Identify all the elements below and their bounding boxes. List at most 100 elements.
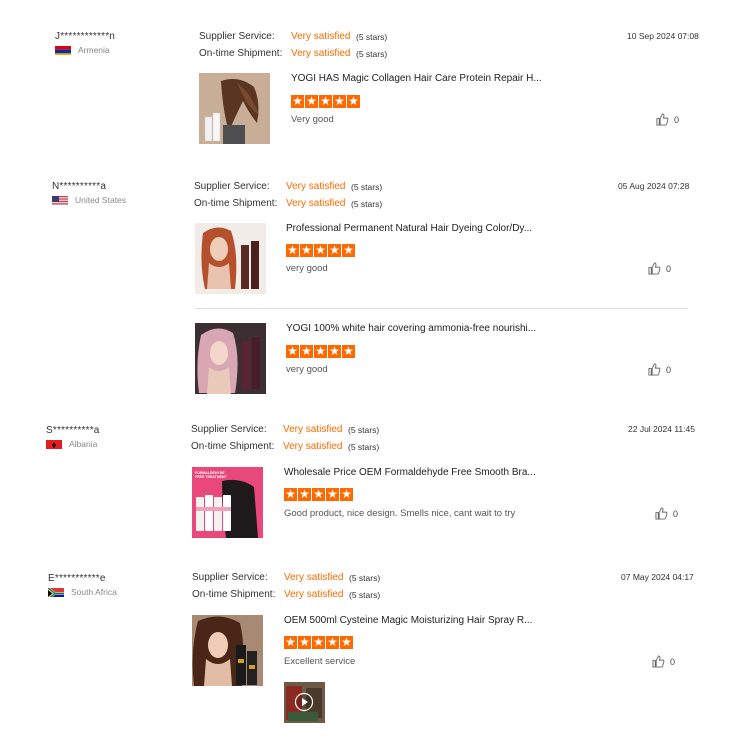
united-states-flag-icon: [52, 194, 68, 205]
ontime-shipment-label: On-time Shipment:: [192, 589, 276, 600]
like-button[interactable]: 0: [656, 113, 679, 126]
country-name: United States: [75, 194, 127, 205]
supplier-service-stars: (5 stars): [348, 424, 380, 435]
thumbs-up-icon: [656, 113, 669, 126]
review-ratings: Supplier Service: Very satisfied (5 star…: [194, 178, 382, 212]
reviewer-info: N**********a United States: [52, 181, 126, 205]
review-ratings: Supplier Service: Very satisfied (5 star…: [191, 421, 379, 455]
review-ratings: Supplier Service: Very satisfied (5 star…: [199, 28, 387, 62]
review-date: 07 May 2024 04:17: [621, 572, 694, 582]
star-icon: [342, 242, 355, 258]
product-rating: [286, 343, 355, 359]
star-icon: [333, 93, 346, 109]
supplier-service-stars: (5 stars): [351, 181, 383, 192]
product-rating: [284, 634, 353, 650]
like-count: 0: [666, 263, 672, 274]
review-comment: very good: [286, 364, 328, 375]
review-date: 22 Jul 2024 11:45: [628, 424, 695, 434]
product-thumbnail[interactable]: [195, 323, 266, 394]
like-count: 0: [674, 114, 680, 125]
country-name: South Africa: [71, 586, 117, 597]
star-icon: [305, 93, 318, 109]
supplier-service-label: Supplier Service:: [192, 572, 268, 583]
reviewer-country: South Africa: [48, 586, 117, 597]
product-rating: [291, 93, 360, 109]
reviewer-name: N**********a: [52, 181, 107, 192]
review-comment: Excellent service: [284, 656, 356, 667]
ontime-shipment-stars: (5 stars): [351, 198, 383, 209]
reviewer-country: Armenia: [55, 44, 110, 55]
like-button[interactable]: 0: [648, 363, 671, 376]
supplier-service-row: Supplier Service: Very satisfied (5 star…: [199, 28, 387, 45]
country-name: Armenia: [78, 44, 110, 55]
star-icon: [300, 242, 313, 258]
supplier-service-stars: (5 stars): [356, 31, 388, 42]
product-thumbnail[interactable]: [195, 223, 266, 294]
product-thumbnail[interactable]: FORMALDEHYDE FREE TREATMENT: [192, 467, 263, 538]
reviewer-country: United States: [52, 194, 126, 205]
armenia-flag-icon: [55, 44, 71, 55]
reviewer-name: E***********e: [48, 573, 106, 584]
like-count: 0: [670, 656, 676, 667]
like-button[interactable]: 0: [652, 655, 675, 668]
product-rating: [286, 242, 355, 258]
product-title[interactable]: OEM 500ml Cysteine Magic Moisturizing Ha…: [284, 615, 532, 626]
product-thumbnail[interactable]: [192, 615, 263, 686]
thumbs-up-icon: [655, 507, 668, 520]
product-title[interactable]: YOGI HAS Magic Collagen Hair Care Protei…: [291, 73, 542, 84]
product-thumbnail[interactable]: [199, 73, 270, 144]
supplier-service-label: Supplier Service:: [191, 424, 267, 435]
ontime-shipment-stars: (5 stars): [348, 441, 380, 452]
review-date: 10 Sep 2024 07:08: [627, 31, 699, 41]
country-name: Albania: [69, 438, 98, 449]
star-icon: [347, 93, 360, 109]
review-comment: Very good: [291, 114, 334, 125]
supplier-service-stars: (5 stars): [349, 572, 381, 583]
albania-flag-icon: [46, 438, 62, 449]
review-video-thumbnail[interactable]: [284, 682, 325, 723]
like-button[interactable]: 0: [648, 262, 671, 275]
ontime-shipment-label: On-time Shipment:: [194, 198, 278, 209]
star-icon: [284, 486, 297, 502]
ontime-shipment-label: On-time Shipment:: [199, 48, 283, 59]
supplier-service-value: Very satisfied: [284, 572, 344, 583]
star-icon: [298, 634, 311, 650]
star-icon: [326, 486, 339, 502]
product-title[interactable]: YOGI 100% white hair covering ammonia-fr…: [286, 323, 536, 334]
supplier-service-row: Supplier Service: Very satisfied (5 star…: [194, 178, 382, 195]
star-icon: [342, 343, 355, 359]
star-icon: [326, 634, 339, 650]
supplier-service-row: Supplier Service: Very satisfied (5 star…: [192, 569, 380, 586]
like-count: 0: [666, 364, 672, 375]
supplier-service-value: Very satisfied: [283, 424, 343, 435]
reviewer-country: Albania: [46, 438, 97, 449]
reviewer-info: E***********e South Africa: [48, 573, 117, 597]
supplier-service-label: Supplier Service:: [194, 181, 270, 192]
reviewer-name: J************n: [55, 31, 116, 42]
star-icon: [319, 93, 332, 109]
supplier-service-label: Supplier Service:: [199, 31, 275, 42]
product-title[interactable]: Professional Permanent Natural Hair Dyei…: [286, 223, 532, 234]
ontime-shipment-value: Very satisfied: [291, 48, 351, 59]
play-icon[interactable]: [294, 692, 314, 712]
thumbnail-caption: FORMALDEHYDE FREE TREATMENT: [195, 471, 227, 479]
reviewer-info: S**********a Albania: [46, 425, 100, 449]
reviewer-name: S**********a: [46, 425, 100, 436]
review-comment: Good product, nice design. Smells nice, …: [284, 508, 516, 519]
star-icon: [291, 93, 304, 109]
supplier-service-row: Supplier Service: Very satisfied (5 star…: [191, 421, 379, 438]
ontime-shipment-stars: (5 stars): [356, 48, 388, 59]
ontime-shipment-value: Very satisfied: [286, 198, 346, 209]
product-rating: [284, 486, 353, 502]
review-date: 05 Aug 2024 07:28: [618, 181, 690, 191]
ontime-shipment-label: On-time Shipment:: [191, 441, 275, 452]
ontime-shipment-row: On-time Shipment: Very satisfied (5 star…: [192, 586, 380, 603]
ontime-shipment-stars: (5 stars): [349, 589, 381, 600]
review-comment: very good: [286, 263, 328, 274]
like-button[interactable]: 0: [655, 507, 678, 520]
star-icon: [300, 343, 313, 359]
star-icon: [298, 486, 311, 502]
ontime-shipment-row: On-time Shipment: Very satisfied (5 star…: [194, 195, 382, 212]
product-title[interactable]: Wholesale Price OEM Formaldehyde Free Sm…: [284, 467, 536, 478]
star-icon: [314, 343, 327, 359]
